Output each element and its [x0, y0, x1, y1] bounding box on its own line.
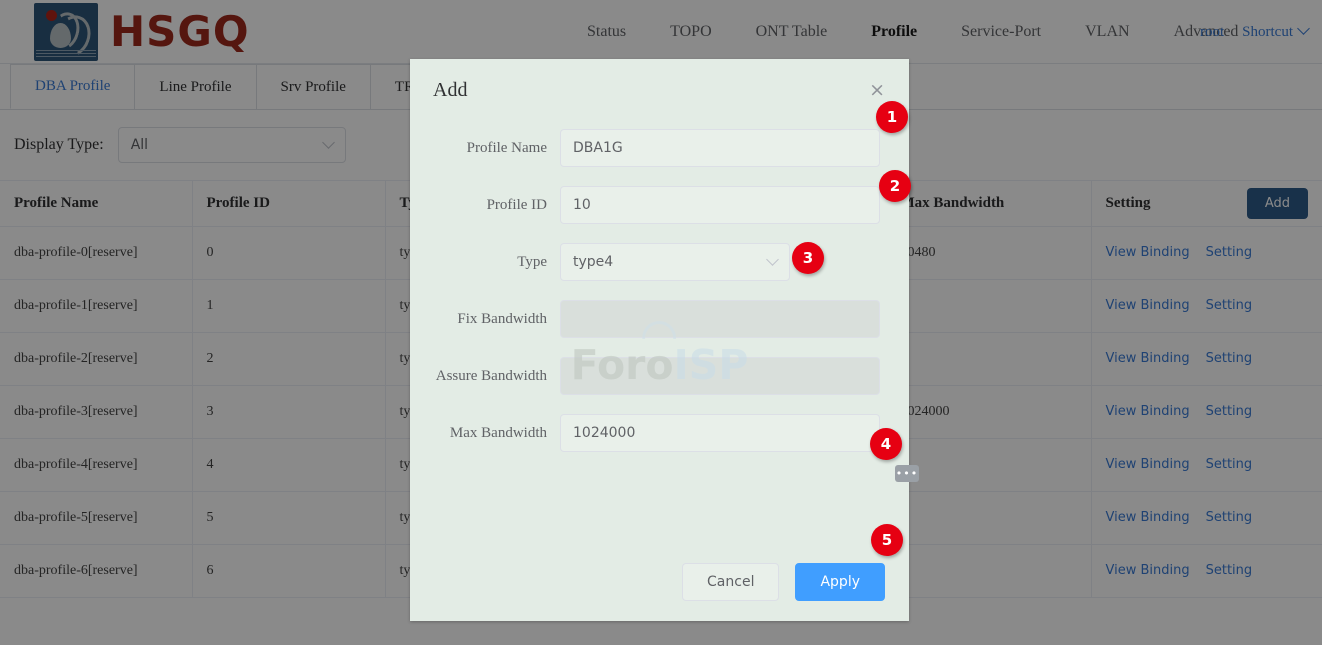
dialog-footer: Cancel Apply: [682, 563, 885, 601]
form-row-fix-bandwidth: Fix Bandwidth: [410, 300, 909, 338]
apply-button[interactable]: Apply: [795, 563, 885, 601]
app-root: HSGQ Status TOPO ONT Table Profile Servi…: [0, 0, 1322, 645]
fix-bandwidth-label: Fix Bandwidth: [457, 310, 547, 327]
profile-id-input[interactable]: 10: [560, 186, 880, 224]
fix-bandwidth-input: [560, 300, 880, 338]
form-row-max-bandwidth: Max Bandwidth 1024000: [410, 414, 909, 452]
annotation-badge-5: 5: [871, 524, 903, 556]
profile-id-value: 10: [573, 197, 591, 213]
dialog-header: Add ×: [410, 59, 909, 121]
annotation-badge-3: 3: [792, 242, 824, 274]
dialog-title: Add: [433, 78, 468, 101]
profile-name-value: DBA1G: [573, 140, 623, 156]
form-row-profile-name: Profile Name DBA1G: [410, 129, 909, 167]
add-dba-profile-dialog: Add × Profile Name DBA1G Profile ID 10 T…: [410, 59, 909, 621]
max-bandwidth-label: Max Bandwidth: [449, 424, 547, 441]
max-bandwidth-input[interactable]: 1024000: [560, 414, 880, 452]
annotation-badge-2: 2: [879, 170, 911, 202]
profile-name-input[interactable]: DBA1G: [560, 129, 880, 167]
annotation-badge-1: 1: [876, 101, 908, 133]
profile-name-label: Profile Name: [466, 139, 547, 156]
form-row-type: Type type4: [410, 243, 909, 281]
type-value: type4: [573, 254, 614, 270]
form-row-profile-id: Profile ID 10: [410, 186, 909, 224]
tooltip-dots-badge: •••: [895, 465, 919, 482]
annotation-badge-4: 4: [870, 428, 902, 460]
chevron-down-icon: [766, 252, 779, 266]
form-row-assure-bandwidth: Assure Bandwidth: [410, 357, 909, 395]
type-select[interactable]: type4: [560, 243, 790, 281]
assure-bandwidth-label: Assure Bandwidth: [435, 367, 547, 384]
type-label: Type: [517, 253, 547, 270]
close-icon[interactable]: ×: [869, 81, 885, 100]
max-bandwidth-value: 1024000: [573, 425, 636, 441]
profile-id-label: Profile ID: [486, 196, 547, 213]
cancel-button[interactable]: Cancel: [682, 563, 780, 601]
assure-bandwidth-input: [560, 357, 880, 395]
